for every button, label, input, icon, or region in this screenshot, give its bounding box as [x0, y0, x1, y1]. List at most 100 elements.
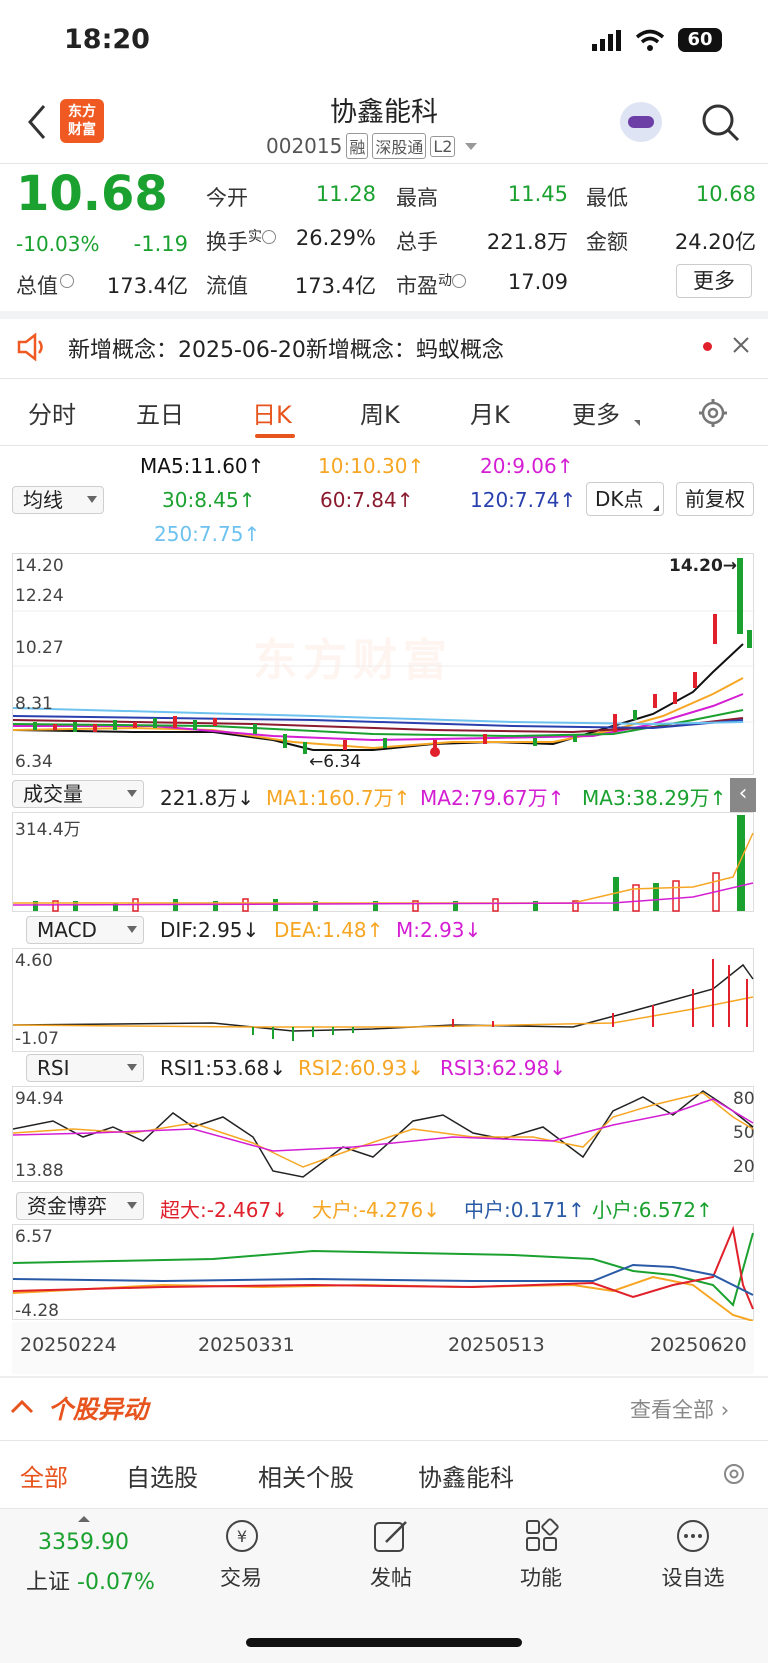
edit-icon[interactable]: [372, 1518, 410, 1558]
low-label: 最低: [586, 186, 628, 210]
rsi-2: RSI2:60.93↓: [298, 1056, 424, 1080]
amount-label: 金额: [586, 230, 628, 254]
high-label: 最高: [396, 186, 438, 210]
date-2: 20250331: [198, 1334, 295, 1356]
tab-more[interactable]: 更多: [572, 395, 620, 430]
index-row[interactable]: 上证 -0.07%: [26, 1564, 155, 1596]
rsi-plot: [13, 1090, 754, 1178]
fund-small: 小户:6.572↑: [592, 1198, 713, 1222]
svg-text:¥: ¥: [237, 1527, 247, 1546]
info-icon[interactable]: [452, 274, 466, 288]
ma30-legend: 30:8.45↑: [162, 488, 256, 512]
adjust-button[interactable]: 前复权: [676, 482, 754, 516]
subtab-related[interactable]: 相关个股: [258, 1458, 354, 1493]
volume-plot: [13, 815, 754, 912]
robot-avatar-icon[interactable]: [620, 102, 662, 142]
volume-select[interactable]: 成交量: [12, 780, 144, 808]
ma-type-select[interactable]: 均线: [12, 486, 104, 514]
tab-weekly-k[interactable]: 周K: [360, 395, 400, 430]
kline-tick-2: 12.24: [15, 586, 64, 606]
index-percent: -0.07%: [77, 1570, 155, 1595]
ma60-legend: 60:7.84↑: [320, 488, 414, 512]
fund-plot: [13, 1225, 754, 1321]
kline-tick-4: 8.31: [15, 694, 53, 714]
nav-function[interactable]: 功能: [486, 1562, 596, 1592]
date-axis: 20250224 20250331 20250513 20250620: [12, 1322, 754, 1374]
more-dots-icon[interactable]: [674, 1518, 712, 1558]
notice-dot: [703, 342, 712, 351]
ma5-legend: MA5:11.60↑: [140, 454, 265, 478]
view-all-link[interactable]: 查看全部 ›: [630, 1394, 729, 1424]
nav-trade[interactable]: 交易: [186, 1562, 296, 1592]
fund-chart[interactable]: 6.57 -4.28: [12, 1224, 754, 1321]
notice-text[interactable]: 新增概念：2025-06-20新增概念：蚂蚁概念: [68, 332, 504, 364]
tab-more-caret: [634, 420, 640, 426]
nav-post[interactable]: 发帖: [336, 1562, 446, 1592]
macd-dea: DEA:1.48↑: [274, 918, 384, 942]
vol-ma2: MA2:79.67万↑: [420, 786, 565, 810]
float-value: 173.4亿: [294, 274, 376, 298]
volume-value: 221.8万: [486, 230, 568, 254]
close-icon[interactable]: [732, 336, 750, 358]
turnover-sup: 实: [248, 229, 262, 245]
subtab-settings-icon[interactable]: [720, 1460, 748, 1492]
wifi-icon: [635, 28, 665, 56]
tab-intraday[interactable]: 分时: [28, 395, 76, 430]
rsi-select[interactable]: RSI: [26, 1054, 144, 1082]
index-value[interactable]: 3359.90: [38, 1530, 129, 1555]
collapse-arrow-icon[interactable]: ‹: [730, 778, 756, 812]
subtab-all[interactable]: 全部: [20, 1458, 68, 1493]
more-button[interactable]: 更多: [676, 264, 752, 298]
nav-add-watch[interactable]: 设自选: [638, 1562, 748, 1592]
tab-five-day[interactable]: 五日: [136, 395, 184, 430]
chevron-down-icon: [127, 790, 137, 797]
info-icon[interactable]: [262, 230, 276, 244]
search-icon[interactable]: [700, 102, 742, 148]
dk-point-button[interactable]: DK点: [586, 482, 664, 516]
fund-big: 大户:-4.276↓: [312, 1198, 440, 1222]
kline-chart[interactable]: 东方财富 14.20 12.24 10.27 8.31 6.34 14.20→ …: [12, 553, 755, 775]
tab-daily-k[interactable]: 日K: [252, 395, 292, 430]
status-time: 18:20: [64, 24, 150, 55]
rsi-3: RSI3:62.98↓: [440, 1056, 566, 1080]
home-indicator: [246, 1638, 522, 1647]
kline-plot: [13, 558, 755, 757]
mktcap-value: 173.4亿: [106, 274, 188, 298]
info-icon[interactable]: [60, 274, 74, 288]
last-price: 10.68: [16, 166, 168, 222]
macd-select[interactable]: MACD: [26, 916, 144, 944]
subtab-watchlist[interactable]: 自选股: [126, 1458, 198, 1493]
chevron-down-icon: [87, 496, 97, 503]
stock-code: 002015: [266, 134, 343, 158]
macd-chart[interactable]: 4.60 -1.07: [12, 948, 754, 1052]
fund-mid: 中户:0.171↑: [464, 1198, 585, 1222]
kline-tick-5: 6.34: [15, 752, 53, 772]
change-percent: -10.03%: [16, 232, 100, 256]
ma250-legend: 250:7.75↑: [154, 522, 261, 546]
chevron-down-icon: [127, 1064, 137, 1071]
fund-select[interactable]: 资金博弈: [16, 1192, 144, 1220]
chevron-right-icon: ›: [720, 1398, 730, 1422]
amount-value: 24.20亿: [674, 230, 756, 254]
index-up-caret: [78, 1516, 90, 1522]
turnover-value: 26.29%: [295, 226, 376, 250]
low-value: 10.68: [695, 182, 756, 206]
macd-plot: [13, 959, 754, 1041]
tab-monthly-k[interactable]: 月K: [470, 395, 510, 430]
grid-icon[interactable]: [524, 1518, 560, 1558]
collapse-up-icon[interactable]: [10, 1398, 34, 1418]
stock-code-row[interactable]: 002015 融 深股通 L2: [266, 133, 478, 159]
trade-icon[interactable]: ¥: [222, 1518, 262, 1558]
macd-m: M:2.93↓: [396, 918, 482, 942]
settings-icon[interactable]: [698, 398, 728, 432]
badge-margin: 融: [346, 133, 369, 159]
subtab-stock[interactable]: 协鑫能科: [418, 1458, 514, 1493]
macd-dif: DIF:2.95↓: [160, 918, 260, 942]
active-tab-indicator: [255, 434, 295, 438]
pe-label: 市盈动: [396, 270, 466, 300]
rsi-chart[interactable]: 94.94 13.88 80 50 20: [12, 1086, 755, 1182]
mktcap-label: 总值: [16, 270, 74, 300]
kline-low-mark: ←6.34: [309, 752, 362, 772]
volume-chart[interactable]: 314.4万: [12, 812, 754, 912]
rsi-1: RSI1:53.68↓: [160, 1056, 286, 1080]
